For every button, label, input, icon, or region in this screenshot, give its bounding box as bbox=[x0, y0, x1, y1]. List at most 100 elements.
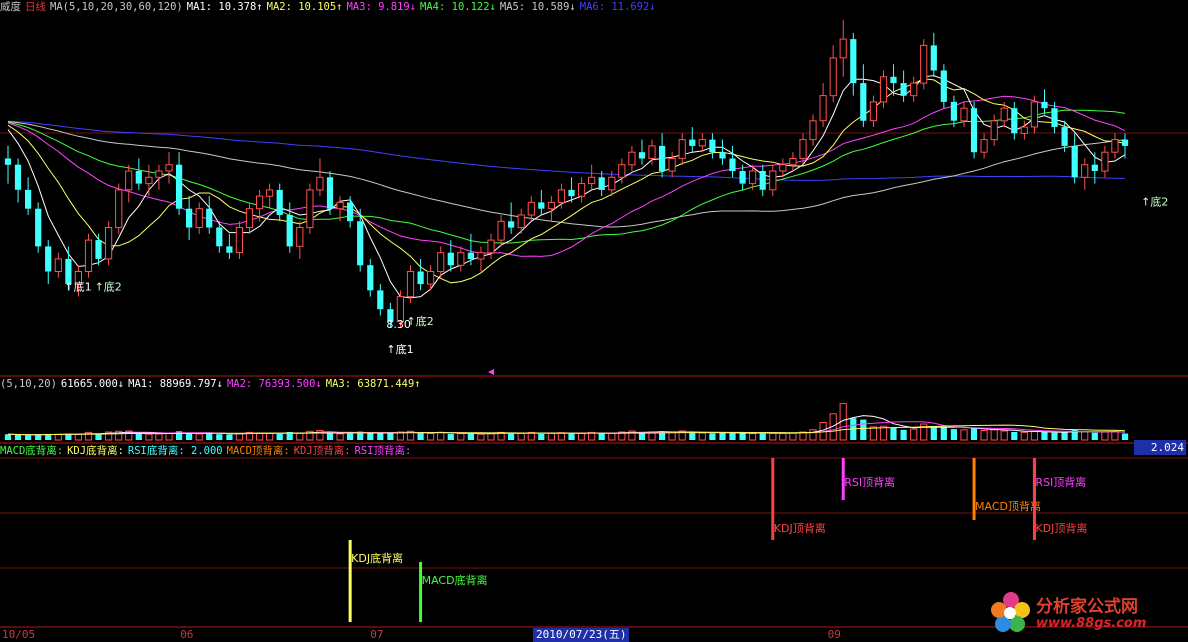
candle-body bbox=[940, 70, 947, 102]
candle bbox=[1121, 133, 1129, 159]
volume-bar bbox=[890, 427, 897, 440]
candle bbox=[276, 183, 283, 222]
candle-body bbox=[477, 252, 485, 260]
volume-bar bbox=[860, 419, 867, 440]
candle bbox=[135, 158, 142, 190]
candle-body bbox=[427, 271, 435, 285]
main-legend: 威度 日线 MA(5,10,20,30,60,120) MA1: 10.378↑ MA2… bbox=[0, 0, 660, 14]
candle bbox=[527, 196, 535, 222]
date-tick: 07 bbox=[370, 628, 384, 641]
candle-body bbox=[759, 171, 766, 190]
candle-body bbox=[296, 227, 304, 247]
candle bbox=[1071, 133, 1078, 184]
volume-bar bbox=[95, 434, 102, 440]
volume-bar bbox=[1011, 432, 1018, 440]
volume-bar bbox=[689, 432, 696, 440]
candle-body bbox=[779, 164, 787, 172]
candle bbox=[84, 233, 93, 278]
candle-body bbox=[1020, 126, 1028, 134]
candle bbox=[980, 133, 988, 159]
candle bbox=[226, 233, 233, 259]
candle bbox=[25, 177, 32, 215]
candle bbox=[659, 133, 666, 178]
volume-bar bbox=[1020, 431, 1028, 441]
candle bbox=[487, 233, 495, 259]
candle bbox=[1081, 158, 1089, 190]
volume-bar bbox=[276, 433, 283, 440]
flower-logo-icon bbox=[991, 592, 1030, 632]
candle-body bbox=[598, 177, 605, 190]
volume-bar bbox=[970, 428, 978, 440]
candle-body bbox=[84, 239, 93, 273]
signal-value-box: 2.024 bbox=[1134, 440, 1186, 455]
candle-body bbox=[517, 214, 525, 229]
sig_legend-item: KDJ底背离: bbox=[67, 445, 124, 457]
candle-body bbox=[135, 171, 142, 184]
volume-bar bbox=[1081, 431, 1089, 441]
bottom-annotations: ↑底1 ↑底2↑底1↑底2↑底28.30 bbox=[64, 195, 1168, 357]
volume-bar bbox=[195, 433, 203, 441]
volume-bar bbox=[326, 432, 334, 440]
candle-body bbox=[145, 176, 153, 185]
volume-bar bbox=[155, 433, 163, 441]
volume-bar bbox=[235, 433, 244, 441]
volume-bar bbox=[437, 431, 445, 441]
candle-body bbox=[306, 189, 314, 229]
ma5-line bbox=[7, 75, 1126, 299]
candle-body bbox=[105, 227, 113, 260]
signal-label: MACD底背离 bbox=[422, 573, 488, 587]
candle-body bbox=[347, 202, 354, 222]
volume-bar bbox=[467, 433, 474, 440]
candle bbox=[235, 221, 244, 259]
volume-bar bbox=[216, 434, 223, 440]
signal-label: MACD顶背离 bbox=[975, 499, 1041, 513]
main_legend-item: MA6: 11.692↓ bbox=[579, 1, 656, 13]
volume-bar bbox=[1030, 431, 1039, 441]
volume-bar bbox=[638, 432, 646, 440]
candle-body bbox=[839, 38, 847, 59]
volume-bar bbox=[980, 430, 988, 441]
volume-bar bbox=[769, 432, 777, 441]
divergence-signals: KDJ底背离 MACD底背离 KDJ顶背离 RSI顶背离 MACD顶背离 RSI顶背离 KD… bbox=[348, 458, 1087, 622]
candle-body bbox=[698, 139, 706, 147]
volume-bar bbox=[477, 433, 485, 441]
candle bbox=[165, 152, 173, 184]
volume-bar bbox=[547, 432, 555, 441]
candle bbox=[547, 196, 555, 222]
candle-body bbox=[920, 44, 928, 84]
candle bbox=[115, 183, 123, 234]
candle bbox=[517, 208, 525, 234]
candle bbox=[316, 158, 324, 197]
date-tick: 10/05 bbox=[2, 628, 36, 641]
annotation-label: ↑底2 bbox=[1141, 195, 1168, 209]
annotation-label: ↑底2 bbox=[95, 279, 122, 293]
kline-chart[interactable]: ↑底1 ↑底2↑底1↑底2↑底28.30 KDJ底背离MACD底背离KDJ顶背离R… bbox=[0, 0, 1188, 642]
candle bbox=[990, 114, 998, 146]
candle-body bbox=[879, 76, 888, 103]
candle bbox=[970, 101, 978, 159]
volume-bar bbox=[457, 433, 465, 441]
marker-triangle-icon bbox=[488, 369, 494, 375]
volume-bar bbox=[226, 434, 233, 440]
volume-bar bbox=[25, 435, 32, 440]
candle-body bbox=[659, 145, 666, 171]
candle bbox=[206, 196, 213, 234]
candle-body bbox=[1091, 164, 1098, 171]
candle bbox=[367, 258, 374, 297]
volume-bar bbox=[709, 433, 716, 440]
candle-body bbox=[950, 101, 957, 121]
candle bbox=[296, 221, 304, 259]
candle bbox=[1101, 145, 1109, 178]
signal-label: RSI顶背离 bbox=[844, 475, 895, 489]
volume-bar bbox=[729, 432, 736, 440]
candle bbox=[45, 240, 52, 285]
candle-body bbox=[35, 208, 42, 247]
candle bbox=[628, 145, 636, 172]
candle-body bbox=[125, 170, 133, 191]
volume-bar bbox=[1111, 431, 1119, 441]
signal-label: KDJ顶背离 bbox=[774, 521, 826, 535]
volume-bar bbox=[387, 433, 394, 440]
candle-body bbox=[910, 82, 918, 97]
ma60-line bbox=[7, 121, 1126, 228]
main_legend-item: MA3: 9.819↓ bbox=[346, 1, 417, 13]
